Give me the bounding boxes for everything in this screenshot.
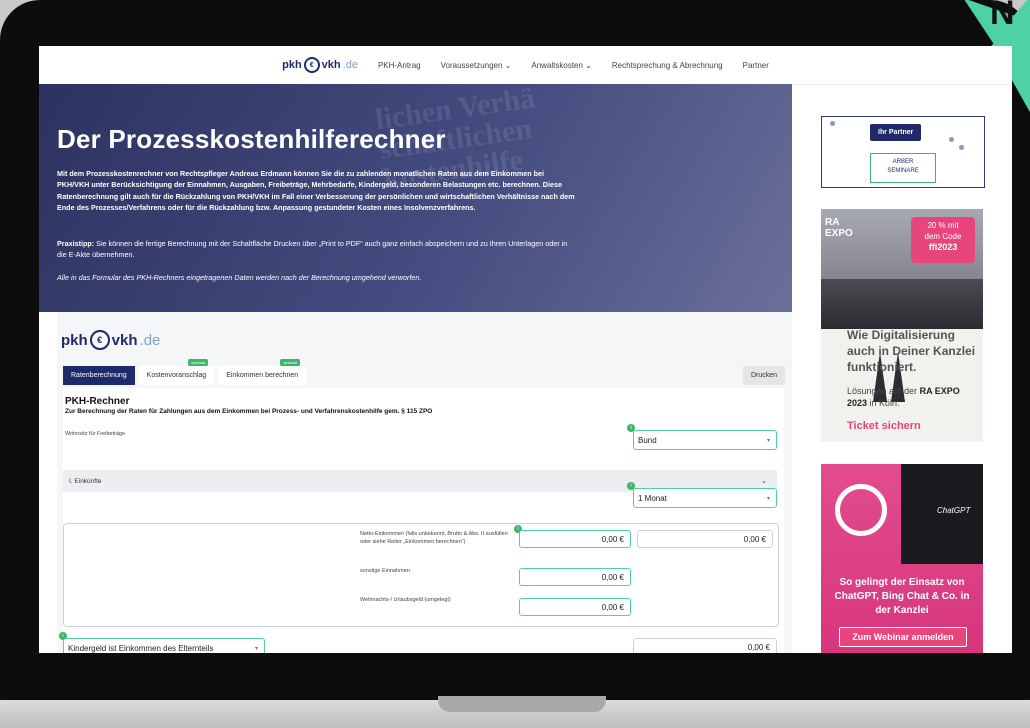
- optional-badge: optional: [188, 359, 209, 366]
- hero-description: Mit dem Prozesskostenrechner von Rechtsp…: [57, 169, 575, 213]
- site-logo[interactable]: pkh € vkh .de: [282, 57, 358, 73]
- wohnsitz-label: Wohnsitz für Freibeträge: [65, 431, 126, 437]
- calculator-title: PKH-Rechner: [65, 396, 130, 407]
- weihnachts-input[interactable]: 0,00 €: [519, 598, 631, 616]
- euro-coin-icon: €: [303, 57, 320, 73]
- promo-code-badge: 20 % mit dem Code ffi2023: [911, 217, 975, 263]
- top-navigation: pkh € vkh .de PKH-Antrag Voraussetzungen …: [39, 46, 1012, 85]
- calculator-panel: pkh € vkh .de Ratenberechnung Kostenvoran…: [57, 312, 792, 653]
- openai-logo-icon: [835, 484, 887, 536]
- logo-tld: .de: [342, 59, 358, 71]
- chevron-down-icon: ⌄: [761, 478, 767, 485]
- phone-screen-text: ChatGPT: [937, 506, 971, 515]
- chevron-down-icon: ▾: [766, 437, 770, 444]
- tab-einkommen-berechnen[interactable]: Einkommen berechnen optional: [218, 359, 307, 385]
- browser-screen: pkh € vkh .de PKH-Antrag Voraussetzungen …: [39, 46, 1012, 653]
- nav-item-rechtsprechung[interactable]: Rechtsprechung & Abrechnung: [612, 61, 723, 70]
- nav-item-voraussetzungen[interactable]: Voraussetzungen ⌄: [441, 61, 512, 70]
- decorative-dot: [959, 145, 964, 150]
- netto-input[interactable]: 0,00 €: [519, 530, 631, 548]
- nav-item-pkh-antrag[interactable]: PKH-Antrag: [378, 61, 421, 70]
- badge-letter: N: [990, 0, 1015, 32]
- nav-item-partner[interactable]: Partner: [743, 61, 769, 70]
- arber-seminare-logo: ARBER SEMINARE: [870, 153, 936, 183]
- kindergeld-amount: 0,00 €: [633, 638, 777, 653]
- kindergeld-select[interactable]: Kindergeld ist Einkommen des Elternteils…: [63, 638, 265, 653]
- nav-item-anwaltskosten[interactable]: Anwaltskosten ⌄: [531, 61, 592, 70]
- ra-expo-ad[interactable]: RA EXPO 20 % mit dem Code ffi2023 Wie Dig…: [821, 209, 983, 442]
- optional-badge: optional: [280, 359, 301, 366]
- decorative-dot: [949, 137, 954, 142]
- calculator-form: PKH-Rechner Zur Berechnung der Raten für…: [59, 388, 784, 653]
- webinar-title: So gelingt der Einsatz von ChatGPT, Bing…: [834, 577, 970, 616]
- netto-label: Netto-Einkommen (falls unbekannt, Brutto…: [360, 531, 508, 545]
- chevron-down-icon: ▾: [254, 645, 258, 652]
- calculator-tabs: Ratenberechnung Kostenvoranschlag optiona…: [63, 359, 307, 385]
- hero-tip: Praxistipp: Sie können die fertige Berec…: [57, 239, 568, 260]
- calculator-subtitle: Zur Berechnung der Raten für Zahlungen a…: [65, 408, 433, 415]
- logo-text-pkh: pkh: [282, 59, 302, 71]
- hero-privacy-note: Alle in das Formular des PKH-Rechners ei…: [57, 273, 422, 282]
- tab-kostenvoranschlag[interactable]: Kostenvoranschlag optional: [138, 359, 215, 385]
- city-silhouette: [821, 279, 983, 329]
- euro-coin-icon: €: [89, 330, 110, 350]
- sonstige-input[interactable]: 0,00 €: [519, 568, 631, 586]
- ad-subtext: Lösungen auf der RA EXPO 2023 in Köln.: [847, 386, 960, 408]
- sonstige-label: sonstige Einnahmen: [360, 568, 410, 574]
- netto-total: 0,00 €: [637, 530, 773, 548]
- weihnachts-label: Weihnachts-/ Urlaubsgeld (umgelegt): [360, 597, 451, 603]
- print-button[interactable]: Drucken: [743, 366, 786, 385]
- tab-ratenberechnung[interactable]: Ratenberechnung: [63, 366, 135, 385]
- partner-box[interactable]: Ihr Partner ARBER SEMINARE: [821, 116, 985, 188]
- wohnsitz-select[interactable]: Bund ▾: [633, 430, 777, 450]
- hero-banner: lichen Verhä schaftlichen kostenhilfe De…: [39, 84, 792, 312]
- ticket-link[interactable]: Ticket sichern: [847, 420, 921, 432]
- period-select[interactable]: 1 Monat ▾: [633, 488, 777, 508]
- laptop-notch: [438, 696, 606, 712]
- webinar-signup-button[interactable]: Zum Webinar anmelden: [839, 627, 967, 647]
- page-title: Der Prozesskostenhilferechner: [57, 124, 446, 154]
- calculator-logo: pkh € vkh .de: [61, 330, 161, 350]
- logo-text-vkh: vkh: [321, 59, 341, 71]
- decorative-dot: [830, 121, 835, 126]
- partner-button[interactable]: Ihr Partner: [870, 124, 922, 141]
- income-group: Netto-Einkommen (falls unbekannt, Brutto…: [63, 523, 779, 627]
- chevron-down-icon: ▾: [766, 495, 770, 502]
- chatgpt-webinar-ad[interactable]: ChatGPT So gelingt der Einsatz von ChatG…: [821, 464, 983, 653]
- ad-heading: Wie Digitalisierung auch in Deiner Kanzl…: [847, 328, 976, 374]
- ra-expo-logo: RA EXPO: [825, 217, 853, 239]
